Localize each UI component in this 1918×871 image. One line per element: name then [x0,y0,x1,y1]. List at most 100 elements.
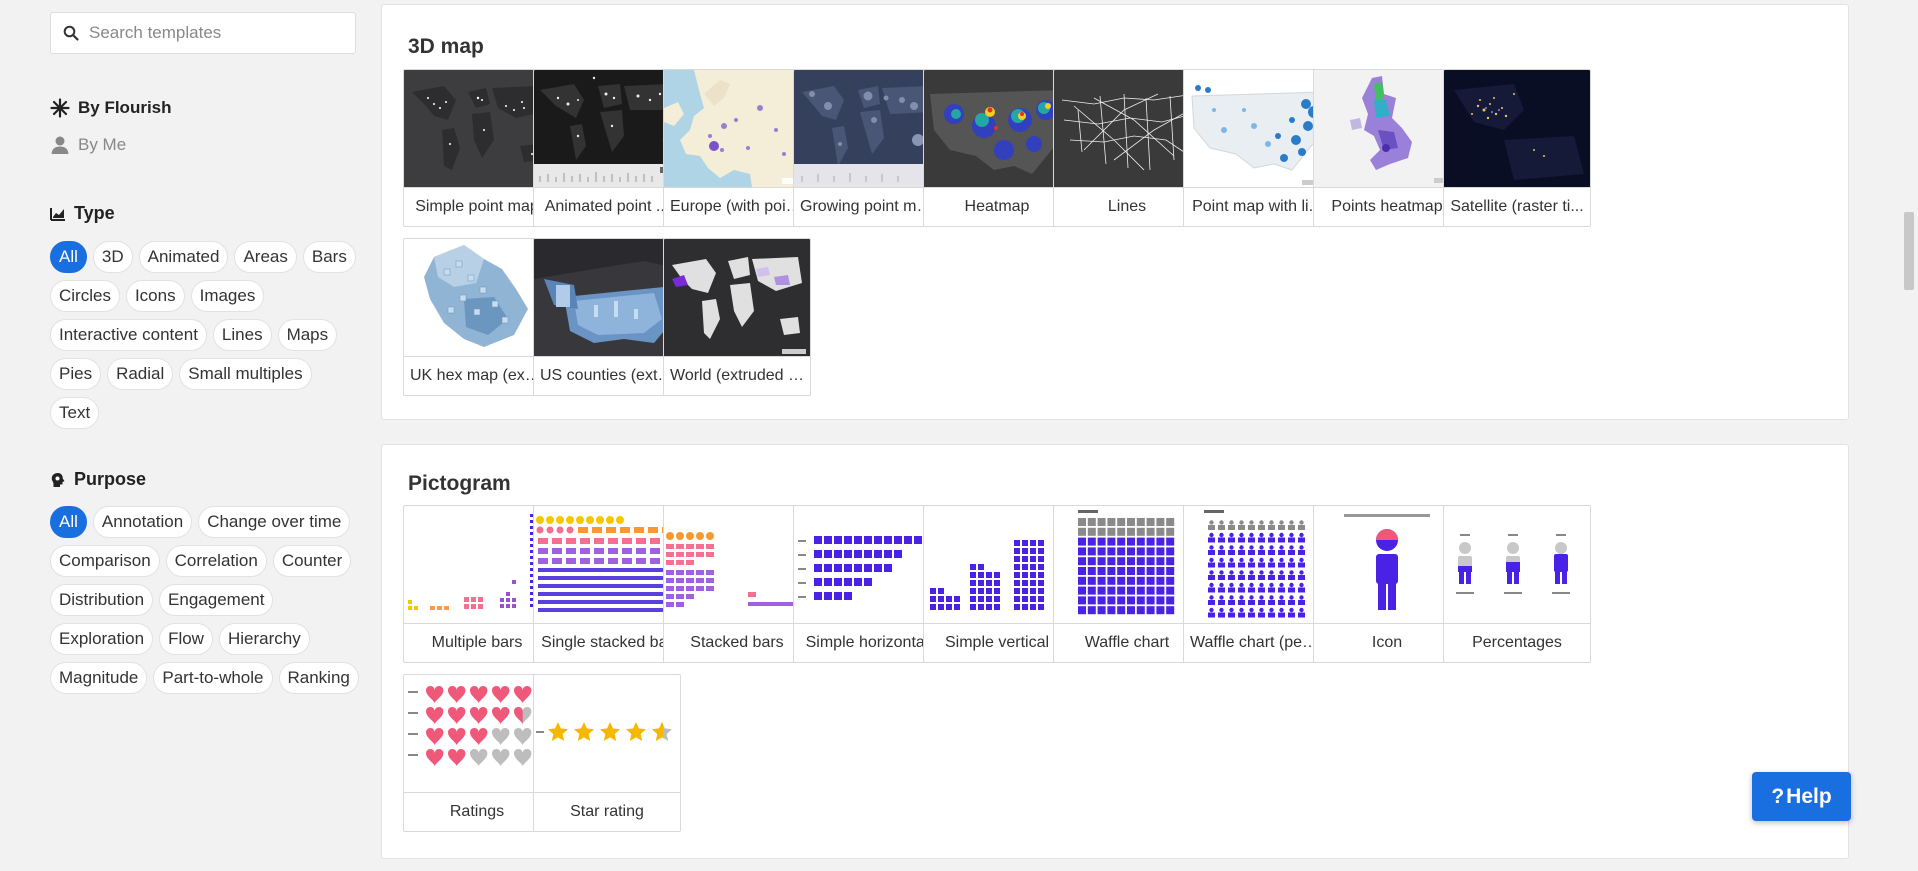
type-pill-small-multiples[interactable]: Small multiples [179,358,312,390]
template-card-uk-hex-map[interactable]: UK hex map (extr... [403,238,551,396]
percentages-thumb [1444,506,1590,623]
card-label: Waffle chart (peo... [1184,623,1330,662]
template-card-simple-point-map[interactable]: Simple point map [403,69,551,227]
card-label: Stacked bars [664,623,810,662]
template-card-points-heatmap[interactable]: Points heatmap [1313,69,1461,227]
purpose-pill-all[interactable]: All [50,506,87,538]
card-label: Ratings [404,792,550,831]
template-card-percentages[interactable]: Percentages [1443,505,1591,663]
purpose-pill-ranking[interactable]: Ranking [278,662,359,694]
template-card-simple-horizontal[interactable]: Simple horizontal [793,505,941,663]
template-card-simple-vertical[interactable]: Simple vertical [923,505,1071,663]
section-title: Pictogram [408,472,511,495]
type-pill-circles[interactable]: Circles [50,280,120,312]
by-me-label: By Me [78,135,127,154]
purpose-pill-engagement[interactable]: Engagement [159,584,274,616]
uk-points-heatmap-thumb [1314,70,1460,187]
purpose-pill-exploration[interactable]: Exploration [50,623,154,655]
purpose-pill-annotation[interactable]: Annotation [92,506,193,538]
dark-world-points-thumb [404,70,550,187]
template-card-point-map-legend[interactable]: Point map with li... [1183,69,1331,227]
purpose-pill-correlation[interactable]: Correlation [165,545,267,577]
filter-by-me[interactable]: By Me [50,135,126,155]
type-pill-radial[interactable]: Radial [107,358,174,390]
type-pill-3d[interactable]: 3D [92,241,133,273]
type-pill-bars[interactable]: Bars [302,241,356,273]
search-box[interactable] [50,12,356,54]
card-label: Point map with li... [1184,187,1330,226]
type-pill-interactive-content[interactable]: Interactive content [50,319,207,351]
help-button[interactable]: ? Help [1752,772,1851,821]
card-label: Waffle chart [1054,623,1200,662]
type-filter-heading: Type [50,203,115,224]
template-card-icon[interactable]: Icon [1313,505,1461,663]
card-label: Heatmap [924,187,1070,226]
scrollbar-thumb[interactable] [1904,212,1914,290]
us-point-legend-thumb [1184,70,1330,187]
purpose-pill-magnitude[interactable]: Magnitude [50,662,148,694]
card-label: Simple point map [404,187,550,226]
filter-sidebar: By Flourish By Me Type All3DAnimatedArea… [0,0,380,871]
card-label: Lines [1054,187,1200,226]
type-pill-maps[interactable]: Maps [277,319,338,351]
purpose-filter-heading: Purpose [50,469,146,490]
type-pill-animated[interactable]: Animated [138,241,229,273]
purpose-pill-distribution[interactable]: Distribution [50,584,154,616]
template-card-satellite[interactable]: Satellite (raster ti... [1443,69,1591,227]
purpose-title: Purpose [74,469,147,489]
purpose-pill-flow[interactable]: Flow [159,623,213,655]
template-card-us-counties[interactable]: US counties (extr... [533,238,681,396]
template-card-animated-point[interactable]: Animated point ... [533,69,681,227]
template-card-multiple-bars[interactable]: Multiple bars [403,505,551,663]
asterisk-icon [50,98,70,118]
purpose-pill-comparison[interactable]: Comparison [50,545,160,577]
satellite-night-thumb [1444,70,1590,187]
world-extruded-thumb [664,239,810,356]
purpose-pill-change-over-time[interactable]: Change over time [198,506,351,538]
filter-by-flourish[interactable]: By Flourish [50,98,172,118]
template-card-single-stacked-bar[interactable]: Single stacked bar [533,505,681,663]
purpose-pill-hierarchy[interactable]: Hierarchy [218,623,310,655]
page-scrollbar[interactable] [1900,0,1918,871]
type-pill-lines[interactable]: Lines [212,319,272,351]
type-pill-all[interactable]: All [50,241,87,273]
template-card-world-extruded[interactable]: World (extruded r... [663,238,811,396]
template-card-ratings[interactable]: Ratings [403,674,551,832]
card-label: Growing point map [794,187,940,226]
type-pill-areas[interactable]: Areas [234,241,297,273]
type-title: Type [74,203,115,223]
help-question-icon: ? [1771,784,1785,808]
type-filter-pills: All 3D Animated Areas Bars Circles Icons Images… [50,241,360,429]
type-pill-text[interactable]: Text [50,397,100,429]
single-stacked-bar-thumb [534,506,680,623]
purpose-filter-pills: All Annotation Change over time Comparison C… [50,506,360,694]
card-label: Points heatmap [1314,187,1460,226]
card-label: Satellite (raster ti... [1444,187,1590,226]
template-card-lines[interactable]: Lines [1053,69,1201,227]
person-icon-thumb [1314,506,1460,623]
search-input[interactable] [89,23,349,43]
template-card-waffle-chart[interactable]: Waffle chart [1053,505,1201,663]
type-pill-images[interactable]: Images [190,280,265,312]
us-lines-thumb [1054,70,1200,187]
type-pill-pies[interactable]: Pies [50,358,102,390]
card-label: Europe (with poin... [664,187,810,226]
template-card-stacked-bars[interactable]: Stacked bars [663,505,811,663]
card-label: World (extruded r... [664,356,810,395]
card-label: UK hex map (extr... [404,356,550,395]
card-label: Simple horizontal [794,623,940,662]
simple-horizontal-thumb [794,506,940,623]
template-card-star-rating[interactable]: Star rating [533,674,681,832]
template-card-europe[interactable]: Europe (with poin... [663,69,811,227]
purpose-pill-part-to-whole[interactable]: Part-to-whole [153,662,273,694]
template-card-heatmap[interactable]: Heatmap [923,69,1071,227]
card-label: US counties (extr... [534,356,680,395]
purpose-pill-counter[interactable]: Counter [272,545,352,577]
by-flourish-label: By Flourish [78,98,172,117]
heart-ratings-thumb [404,675,550,792]
card-label: Percentages [1444,623,1590,662]
type-pill-icons[interactable]: Icons [125,280,185,312]
template-card-waffle-people[interactable]: Waffle chart (peo... [1183,505,1331,663]
template-card-growing-point-map[interactable]: Growing point map [793,69,941,227]
card-label: Single stacked bar [534,623,680,662]
